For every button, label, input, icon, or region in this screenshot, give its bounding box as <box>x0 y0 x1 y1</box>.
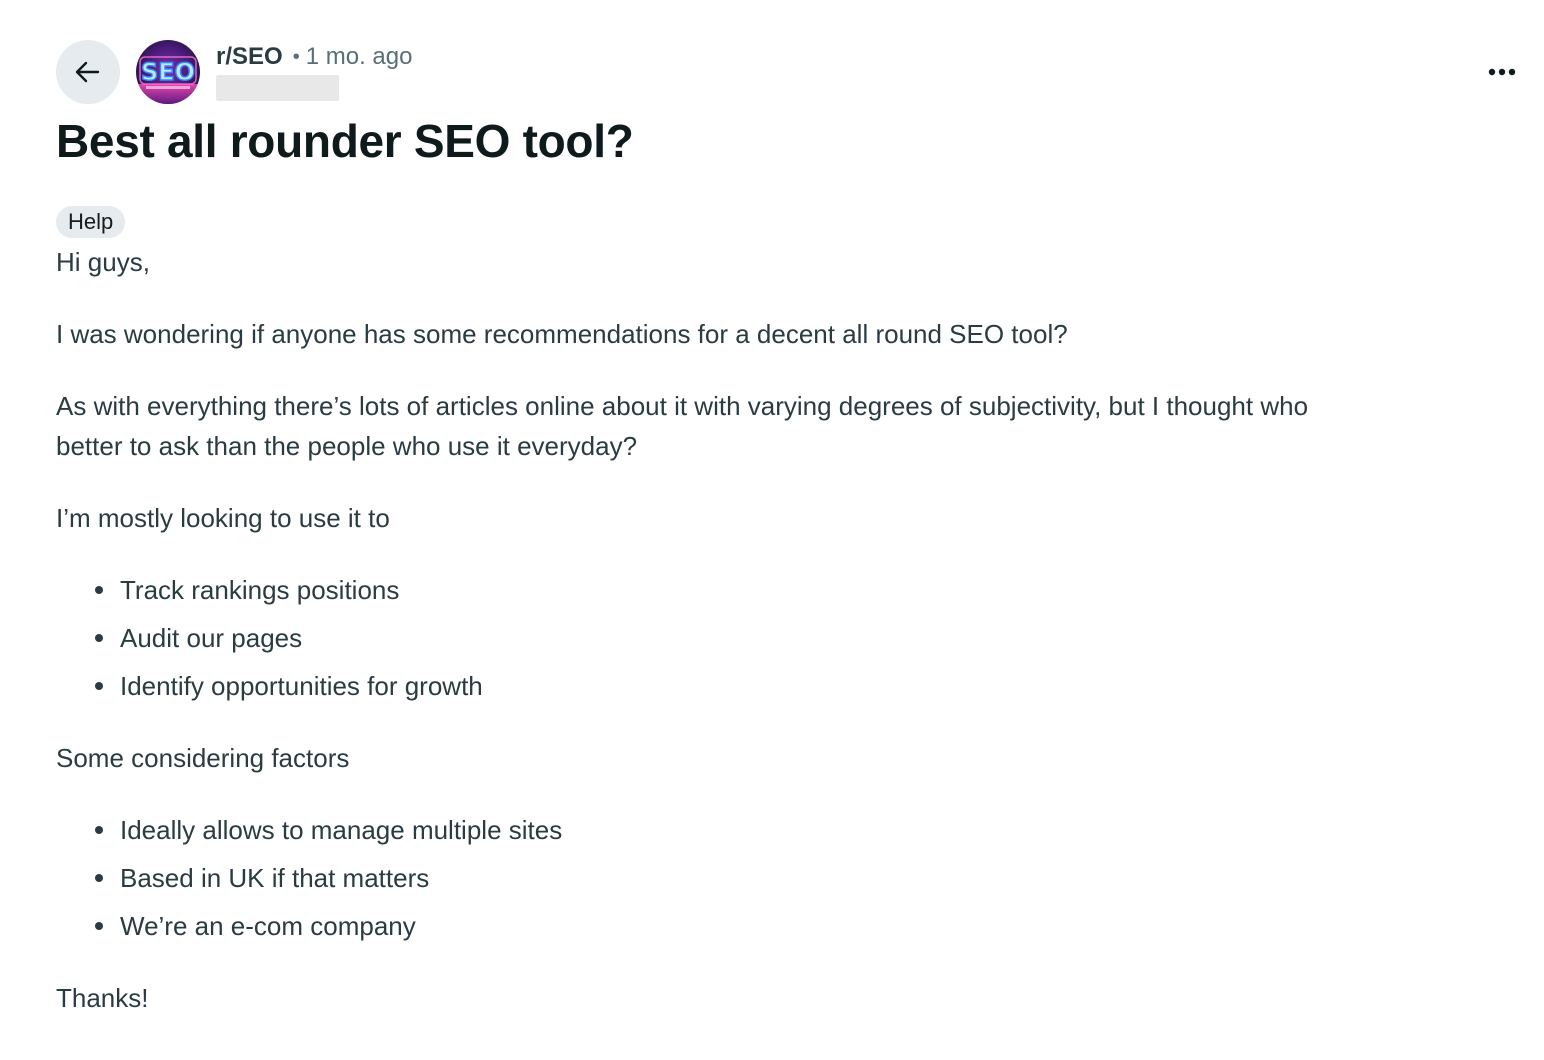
subreddit-link[interactable]: r/SEO <box>216 42 283 72</box>
post-time: 1 mo. ago <box>305 43 413 70</box>
author-redacted <box>216 75 339 101</box>
list-item-text: We’re an e-com company <box>120 911 416 941</box>
list-item: Identify opportunities for growth <box>95 666 1496 706</box>
uses-list: Track rankings positions Audit our pages… <box>56 570 1496 706</box>
bullet-icon <box>95 826 103 834</box>
paragraph-signoff: Thanks! <box>56 983 149 1013</box>
list-item: Audit our pages <box>95 618 1496 658</box>
list-item-text: Based in UK if that matters <box>120 863 430 893</box>
post-flair[interactable]: Help <box>56 206 126 238</box>
bullet-icon <box>95 922 103 930</box>
bullet-icon <box>95 634 103 642</box>
paragraph-context-line-1: As with everything there’s lots of artic… <box>56 391 1309 421</box>
paragraph-context: As with everything there’s lots of artic… <box>56 386 1496 466</box>
svg-text:SEO: SEO <box>141 58 195 86</box>
list-item-text: Identify opportunities for growth <box>120 671 483 701</box>
bullet-icon <box>95 682 103 690</box>
more-options-button[interactable] <box>1478 52 1526 92</box>
more-horizontal-icon <box>1488 68 1516 76</box>
post-title: Best all rounder SEO tool? <box>56 115 634 167</box>
list-item-text: Ideally allows to manage multiple sites <box>120 815 563 845</box>
list-item-text: Audit our pages <box>120 623 303 653</box>
subreddit-avatar[interactable]: SEO <box>136 40 200 104</box>
seo-logo-icon: SEO <box>136 40 200 104</box>
factors-list: Ideally allows to manage multiple sites … <box>56 810 1496 946</box>
paragraph-question: I was wondering if anyone has some recom… <box>56 319 1068 349</box>
arrow-left-icon <box>75 61 100 83</box>
paragraph-context-line-2: better to ask than the people who use it… <box>56 431 638 461</box>
list-item: Track rankings positions <box>95 570 1496 610</box>
back-button[interactable] <box>56 40 120 104</box>
paragraph-factors-intro: Some considering factors <box>56 743 350 773</box>
list-item: Based in UK if that matters <box>95 858 1496 898</box>
list-item: We’re an e-com company <box>95 906 1496 946</box>
meta-separator: • <box>292 46 300 68</box>
bullet-icon <box>95 586 103 594</box>
list-item-text: Track rankings positions <box>120 575 400 605</box>
bullet-icon <box>95 874 103 882</box>
list-item: Ideally allows to manage multiple sites <box>95 810 1496 850</box>
post-meta: r/SEO • 1 mo. ago <box>216 42 412 72</box>
post-body: Hi guys, I was wondering if anyone has s… <box>56 242 1496 1050</box>
paragraph-uses-intro: I’m mostly looking to use it to <box>56 503 390 533</box>
paragraph-greeting: Hi guys, <box>56 247 150 277</box>
